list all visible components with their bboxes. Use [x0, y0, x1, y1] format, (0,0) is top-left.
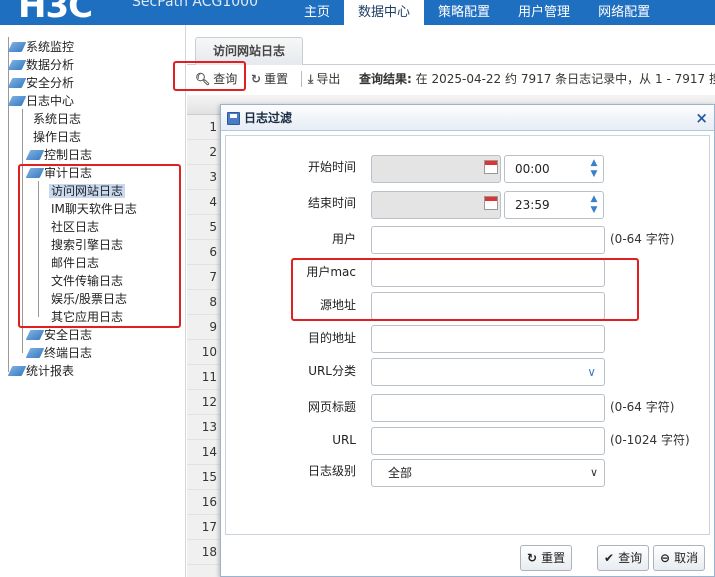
checkmark-icon: ✔ [604, 551, 615, 565]
row-number: 14 [187, 440, 221, 465]
row-number: 15 [187, 465, 221, 490]
row-number: 8 [187, 290, 221, 315]
sidebar-item-terminal-log[interactable]: 终端日志 [25, 344, 92, 362]
sidebar-item-security-analysis[interactable]: 安全分析 [7, 74, 74, 92]
row-number: 4 [187, 190, 221, 215]
log-level-label: 日志级别 [307, 464, 356, 478]
sidebar-item-control-log[interactable]: 控制日志 [25, 146, 92, 164]
brand-logo: H3C [18, 0, 93, 26]
folder-open-icon [7, 96, 27, 106]
nav-data-center[interactable]: 数据中心 [344, 0, 425, 25]
chevron-down-icon: ∨ [589, 466, 598, 479]
row-number: 7 [187, 265, 221, 290]
folder-icon [25, 348, 45, 358]
nav-policy-config[interactable]: 策略配置 [424, 0, 504, 25]
row-number: 5 [187, 215, 221, 240]
folder-icon [7, 366, 27, 376]
row-number: 2 [187, 140, 221, 165]
user-label: 用户 [331, 232, 356, 246]
dialog-form: 开始时间 00:00 ▲ ▼ 结束时间 23:59 ▲ ▼ 用户 (0-64 字符)… [225, 135, 710, 535]
page-title-length-hint: (0-64 字符) [610, 400, 675, 414]
row-number: 10 [187, 340, 221, 365]
refresh-icon: ↻ [251, 72, 262, 86]
spinner-arrows-icon[interactable]: ▲ ▼ [587, 158, 601, 180]
chevron-down-icon: ∨ [587, 365, 596, 379]
nav-network-config[interactable]: 网络配置 [584, 0, 664, 25]
sidebar-item-statistics-report[interactable]: 统计报表 [7, 362, 74, 380]
url-category-dropdown[interactable]: ∨ [371, 358, 605, 386]
highlight-query-button-box [173, 61, 246, 91]
calendar-icon[interactable] [484, 196, 498, 210]
sidebar-item-operation-log[interactable]: 操作日志 [33, 128, 81, 146]
row-number: 17 [187, 515, 221, 540]
destination-address-input[interactable] [371, 325, 605, 353]
dialog-title: 日志过滤 [244, 111, 293, 125]
folder-icon [7, 78, 27, 88]
log-level-select[interactable]: 全部 ∨ [371, 459, 605, 487]
cancel-icon: ⊖ [660, 551, 671, 565]
sidebar-item-system-monitor[interactable]: 系统监控 [7, 38, 74, 56]
end-date-input[interactable] [371, 191, 501, 219]
spinner-arrows-icon[interactable]: ▲ ▼ [587, 194, 601, 216]
folder-icon [7, 42, 27, 52]
folder-icon [25, 150, 45, 160]
toolbar: 🔍︎ 查询 ↻ 重置 ⤓ 导出 查询结果: 在 2025-04-22 约 7917 条… [187, 65, 715, 93]
row-number: 13 [187, 415, 221, 440]
log-table-row-numbers: 1 2 3 4 5 6 7 8 9 10 11 12 13 14 15 16 1… [187, 115, 221, 577]
end-time-spinner[interactable]: 23:59 ▲ ▼ [504, 191, 604, 219]
sidebar-item-security-log[interactable]: 安全日志 [25, 326, 92, 344]
user-input[interactable] [371, 226, 605, 254]
row-number: 3 [187, 165, 221, 190]
dialog-query-button[interactable]: ✔ 查询 [597, 545, 650, 571]
highlight-audit-log-box [18, 164, 181, 328]
nav-user-management[interactable]: 用户管理 [504, 0, 584, 25]
row-number: 1 [187, 115, 221, 140]
url-input[interactable] [371, 427, 605, 455]
highlight-mac-source-box [291, 258, 639, 321]
reset-button[interactable]: ↻ 重置 [251, 69, 288, 89]
folder-icon [25, 330, 45, 340]
page-title-label: 网页标题 [307, 400, 356, 414]
dialog-cancel-button[interactable]: ⊖ 取消 [653, 545, 706, 571]
row-number: 9 [187, 315, 221, 340]
row-number: 6 [187, 240, 221, 265]
start-time-label: 开始时间 [307, 160, 356, 174]
toolbar-divider [301, 71, 302, 87]
close-icon[interactable]: × [695, 109, 708, 127]
save-disk-icon [227, 112, 240, 125]
main-nav: 主页 数据中心 策略配置 用户管理 网络配置 [290, 0, 664, 25]
nav-home[interactable]: 主页 [290, 0, 344, 25]
sidebar-item-system-log[interactable]: 系统日志 [33, 110, 81, 128]
user-length-hint: (0-64 字符) [610, 232, 675, 246]
row-number: 12 [187, 390, 221, 415]
folder-icon [7, 60, 27, 70]
export-button[interactable]: ⤓ 导出 [308, 69, 340, 89]
sidebar-item-data-analysis[interactable]: 数据分析 [7, 56, 74, 74]
page-title-input[interactable] [371, 394, 605, 422]
url-length-hint: (0-1024 字符) [610, 433, 690, 447]
product-name: SecPath ACG1000 [132, 0, 258, 10]
dialog-footer: ↻ 重置 ✔ 查询 ⊖ 取消 [221, 541, 714, 577]
tab-strip: 访问网站日志 [187, 25, 715, 65]
query-result-summary: 查询结果: 在 2025-04-22 约 7917 条日志记录中，从 1 - 7… [359, 72, 715, 86]
log-filter-dialog: 日志过滤 × 开始时间 00:00 ▲ ▼ 结束时间 23:59 ▲ ▼ 用户 (0… [220, 104, 715, 577]
destination-address-label: 目的地址 [307, 331, 356, 345]
end-time-label: 结束时间 [307, 196, 356, 210]
url-label: URL [332, 433, 356, 447]
top-header: H3C SecPath ACG1000 主页 数据中心 策略配置 用户管理 网络… [0, 0, 715, 26]
download-icon: ⤓ [308, 72, 314, 86]
row-number: 11 [187, 365, 221, 390]
dialog-reset-button[interactable]: ↻ 重置 [520, 545, 573, 571]
dialog-titlebar: 日志过滤 × [221, 105, 714, 131]
url-category-label: URL分类 [308, 364, 356, 378]
row-number: 18 [187, 540, 221, 565]
sidebar-item-log-center[interactable]: 日志中心 [7, 92, 74, 110]
row-number: 16 [187, 490, 221, 515]
start-date-input[interactable] [371, 155, 501, 183]
refresh-icon: ↻ [527, 551, 538, 565]
calendar-icon[interactable] [484, 160, 498, 174]
start-time-spinner[interactable]: 00:00 ▲ ▼ [504, 155, 604, 183]
